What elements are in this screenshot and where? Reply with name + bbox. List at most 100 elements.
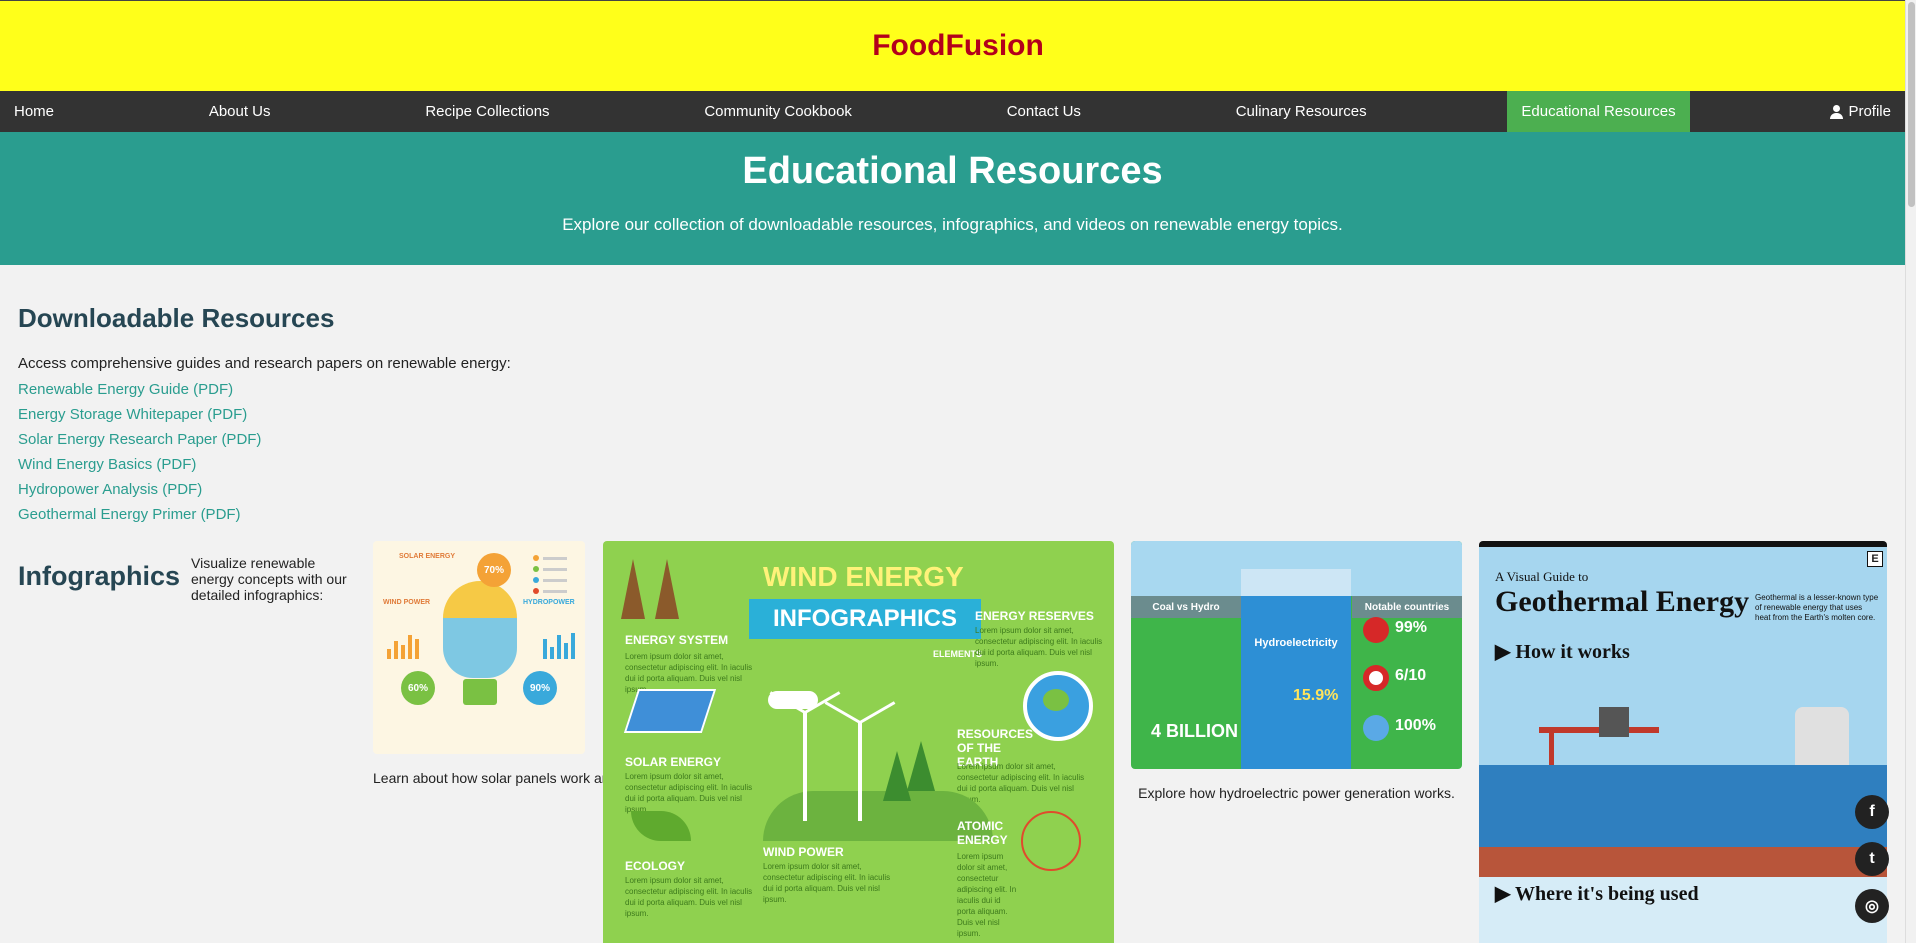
infographics-section: Infographics Visualize renewable energy … [0,541,1905,943]
four-billion-stat: 4 BILLION [1151,721,1239,741]
geo-kicker: A Visual Guide to [1495,569,1589,584]
water-graphic [1241,596,1351,769]
country-stat: 99% [1395,619,1428,636]
hero-banner: Educational Resources Explore our collec… [0,132,1905,265]
geo-title: Geothermal Energy [1495,585,1750,618]
leaf-graphic [631,811,691,841]
user-icon [1830,104,1844,119]
infographics-description: Visualize renewable energy concepts with… [191,555,347,603]
scrollbar-thumb[interactable] [1908,2,1915,207]
wind-infographic-image[interactable]: WIND ENERGY INFOGRAPHICS ELEMENTS ENERGY… [603,541,1114,943]
energy-reserves-label: ENERGY RESERVES [975,609,1094,623]
brand-logo[interactable]: FoodFusion [872,29,1044,63]
lorem-text: Lorem ipsum dolor sit amet, consectetur … [625,772,753,814]
profile-label: Profile [1848,103,1891,120]
legend-graphic [533,555,567,594]
publisher-logo: E [1867,551,1883,567]
wind-power-label: WIND POWER [763,845,844,859]
page-scrollbar[interactable] [1905,0,1916,943]
atomic-energy-label: ATOMIC ENERGY [957,819,1008,847]
percent-badge: 90% [523,671,557,705]
wind-power-label: WIND POWER [383,599,431,606]
geothermal-infographic-image[interactable]: E A Visual Guide to Geothermal Energy Ge… [1479,541,1887,943]
downloads-section: Downloadable Resources Access comprehens… [0,303,1905,524]
lightbulb-base-graphic [463,679,497,705]
where-used-heading: ▶ Where it's being used [1495,883,1699,905]
solar-label: SOLAR ENERGY [399,553,456,560]
bar-graphic [543,631,575,659]
turbine-blade [824,701,861,724]
nav-culinary-resources[interactable]: Culinary Resources [1222,91,1381,132]
page-title: Educational Resources [742,150,1163,192]
wind-banner: INFOGRAPHICS [749,599,981,639]
energy-system-label: ENERGY SYSTEM [625,633,729,647]
lorem-text: Lorem ipsum dolor sit amet, consectetur … [957,762,1085,804]
percent-badge: 70% [477,553,511,587]
atom-graphic [1021,811,1081,871]
download-link[interactable]: Wind Energy Basics (PDF) [18,456,196,473]
nav-educational-resources[interactable]: Educational Resources [1507,91,1690,132]
download-link[interactable]: Energy Storage Whitepaper (PDF) [18,406,247,423]
percent-badge: 60% [401,671,435,705]
pylon-graphic [621,559,645,619]
turbine-blade [859,701,896,724]
hydro-caption: Explore how hydroelectric power generati… [1138,785,1455,801]
site-header: FoodFusion [0,0,1916,91]
instagram-icon[interactable]: ◎ [1855,889,1889,923]
notable-countries-heading: Notable countries [1352,596,1462,618]
uruguay-flag-icon [1363,715,1389,741]
hydro-infographic-image[interactable]: Coal vs Hydro Notable countries Hydroele… [1131,541,1462,769]
nav-recipe-collections[interactable]: Recipe Collections [411,91,563,132]
lorem-text: Lorem ipsum dolor sit amet, consectetur … [957,852,1017,938]
nav-contact-us[interactable]: Contact Us [993,91,1095,132]
download-link[interactable]: Geothermal Energy Primer (PDF) [18,506,241,523]
how-it-works-text: How it works [1515,641,1630,663]
twitter-icon[interactable]: t [1855,842,1889,876]
turbine-graphic [1599,707,1629,737]
main-nav: Home About Us Recipe Collections Communi… [0,91,1905,132]
lorem-text: Lorem ipsum dolor sit amet, consectetur … [625,876,753,918]
geothermal-infographic-card[interactable]: E A Visual Guide to Geothermal Energy Ge… [1479,541,1887,943]
ecology-label: ECOLOGY [625,859,686,873]
geo-blurb: Geothermal is a lesser-known type of ren… [1755,593,1879,622]
nav-community-cookbook[interactable]: Community Cookbook [690,91,866,132]
lightbulb-water-graphic [443,618,517,678]
solar-energy-label: SOLAR ENERGY [625,755,722,769]
hydroelectricity-heading: Hydroelectricity [1254,637,1338,649]
lorem-text: Lorem ipsum dolor sit amet, consectetur … [763,862,891,904]
wind-title: WIND ENERGY [763,561,964,592]
nav-about-us[interactable]: About Us [195,91,285,132]
download-link[interactable]: Renewable Energy Guide (PDF) [18,381,233,398]
hydro-infographic-card[interactable]: Coal vs Hydro Notable countries Hydroele… [1131,541,1462,801]
country-stat: 100% [1395,717,1436,734]
tree-graphic [907,741,935,791]
where-used-text: Where it's being used [1515,883,1699,905]
how-it-works-heading: ▶ How it works [1495,641,1630,663]
norway-flag-icon [1363,617,1389,643]
lorem-text: Lorem ipsum dolor sit amet, consectetur … [975,626,1103,668]
hydropower-label: HYDROPOWER [523,599,575,606]
coal-vs-hydro-heading: Coal vs Hydro [1131,596,1241,618]
cooling-tower-graphic [1795,707,1849,767]
pylon-graphic [655,559,679,619]
download-link[interactable]: Hydropower Analysis (PDF) [18,481,202,498]
facebook-icon[interactable]: f [1855,795,1889,829]
percent-stat: 15.9% [1293,687,1339,704]
downloads-intro: Access comprehensive guides and research… [18,355,511,372]
wind-infographic-card[interactable]: WIND ENERGY INFOGRAPHICS ELEMENTS ENERGY… [603,541,1114,943]
infographics-heading: Infographics [18,561,181,591]
bar-graphic [387,631,419,659]
turbine-blade [803,712,807,753]
canada-flag-icon [1363,665,1389,691]
downloads-heading: Downloadable Resources [18,303,335,333]
mantle-graphic [1479,847,1887,877]
solar-infographic-image[interactable]: SOLAR ENERGY WIND POWER HYDROPOWER 70% 6… [373,541,585,754]
downloads-list: Renewable Energy Guide (PDF) Energy Stor… [18,380,1887,524]
country-stat: 6/10 [1395,667,1427,684]
solar-panel-graphic [623,689,717,733]
page-subtitle: Explore our collection of downloadable r… [562,215,1343,234]
nav-profile[interactable]: Profile [1816,91,1891,132]
nav-home[interactable]: Home [14,91,68,132]
turbine-blade [858,722,862,763]
download-link[interactable]: Solar Energy Research Paper (PDF) [18,431,261,448]
